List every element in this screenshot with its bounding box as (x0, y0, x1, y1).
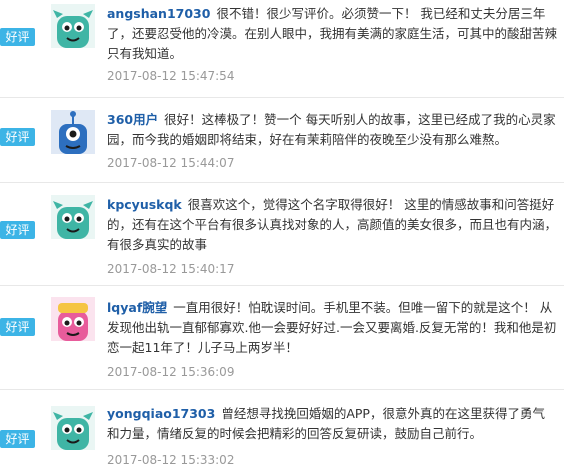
review-item: 好评 kpcyuskqk 很喜欢这个，觉得这个名字取得很好！ 这里的情感故事和问答… (0, 183, 564, 286)
good-review-badge: 好评 (0, 318, 35, 336)
review-item: 好评 360用户 很好！这棒极了！赞一个 每天听别人的故事，这里已经成了我的心灵家… (0, 98, 564, 183)
good-review-badge: 好评 (0, 128, 35, 146)
review-timestamp: 2017-08-12 15:47:54 (107, 69, 235, 83)
review-item: 好评 yongqiao17303 曾经想寻找挽回婚姻的APP，很意外真的在这里获得… (0, 390, 564, 469)
review-content: kpcyuskqk 很喜欢这个，觉得这个名字取得很好！ 这里的情感故事和问答挺好的… (107, 195, 557, 255)
good-review-badge: 好评 (0, 28, 35, 46)
username-link[interactable]: angshan17030 (107, 6, 210, 21)
review-timestamp: 2017-08-12 15:33:02 (107, 453, 235, 467)
good-review-badge: 好评 (0, 221, 35, 239)
review-content: lqyaf腕望 一直用很好！怕耽误时间。手机里不装。但唯一留下的就是这个！ 从发现… (107, 298, 557, 358)
username-link[interactable]: yongqiao17303 (107, 406, 215, 421)
teal-monster-avatar (51, 195, 95, 239)
username-link[interactable]: 360用户 (107, 112, 158, 127)
username-link[interactable]: kpcyuskqk (107, 197, 182, 212)
teal-monster-avatar (51, 406, 95, 450)
teal-monster-avatar (51, 4, 95, 48)
review-item: 好评 lqyaf腕望 一直用很好！怕耽误时间。手机里不装。但唯一留下的就是这个！ … (0, 286, 564, 390)
blue-monster-avatar (51, 110, 95, 154)
pink-monster-avatar (51, 297, 95, 341)
good-review-badge: 好评 (0, 430, 35, 448)
review-timestamp: 2017-08-12 15:36:09 (107, 365, 235, 379)
review-content: 360用户 很好！这棒极了！赞一个 每天听别人的故事，这里已经成了我的心灵家园，而… (107, 110, 557, 150)
username-link[interactable]: lqyaf腕望 (107, 300, 167, 315)
review-text: 很好！这棒极了！赞一个 每天听别人的故事，这里已经成了我的心灵家园，而今我的婚姻… (107, 112, 556, 147)
review-timestamp: 2017-08-12 15:44:07 (107, 156, 235, 170)
review-content: yongqiao17303 曾经想寻找挽回婚姻的APP，很意外真的在这里获得了勇气… (107, 404, 557, 444)
review-timestamp: 2017-08-12 15:40:17 (107, 262, 235, 276)
review-content: angshan17030 很不错！很少写评价。必须赞一下！ 我已经和丈夫分居三年了… (107, 4, 557, 64)
review-text: 一直用很好！怕耽误时间。手机里不装。但唯一留下的就是这个！ 从发现他出轨一直郁郁… (107, 300, 557, 355)
review-item: 好评 angshan17030 很不错！很少写评价。必须赞一下！ 我已经和丈夫分居… (0, 0, 564, 98)
